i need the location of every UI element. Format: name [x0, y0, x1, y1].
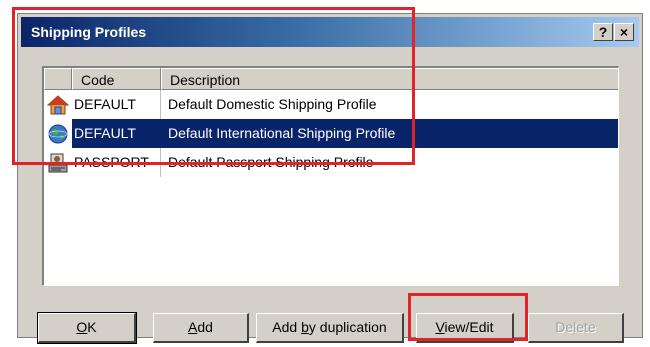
add-by-duplication-button[interactable]: Add by duplication [256, 313, 404, 343]
delete-button[interactable]: Delete [528, 313, 624, 343]
highlight-box-view-edit [408, 293, 528, 341]
highlight-box-profiles [12, 7, 415, 165]
add-button[interactable]: Add [153, 313, 249, 343]
ok-button[interactable]: OK [37, 312, 137, 344]
close-button[interactable]: × [614, 23, 634, 41]
help-button[interactable]: ? [593, 23, 613, 41]
